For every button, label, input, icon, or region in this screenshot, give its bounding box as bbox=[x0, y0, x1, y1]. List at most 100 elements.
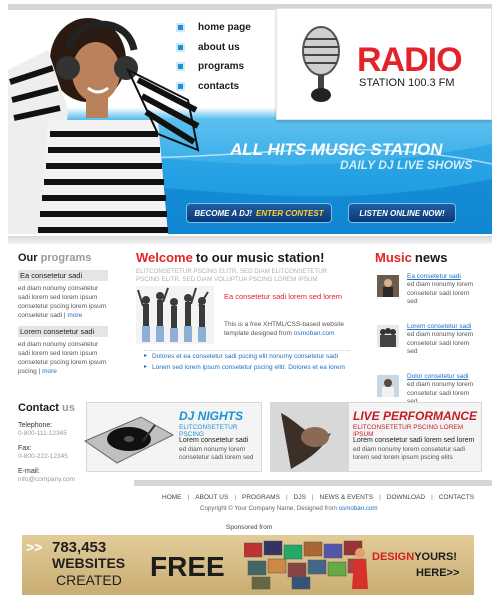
live-performance-subtitle: ELITCONSETETUR PSCING LOREM IPSUM bbox=[353, 424, 464, 438]
news-item-text: ed diam nonumy lorem consetetur sadi lor… bbox=[407, 281, 474, 305]
enter-contest-label: ENTER CONTEST bbox=[256, 208, 324, 218]
live-performance-text: Lorem consetetur sadi lorem sed lorem ed… bbox=[353, 437, 481, 463]
nav-label: programs bbox=[198, 61, 245, 73]
ad-websites: WEBSITES bbox=[52, 555, 126, 571]
live-performance-title: LIVE PERFORMANCE bbox=[353, 409, 478, 423]
separator: | bbox=[431, 494, 433, 501]
programs-title-light: programs bbox=[40, 252, 92, 264]
ad-arrows: >> bbox=[26, 539, 43, 555]
separator: | bbox=[285, 494, 288, 501]
nav-label: home page bbox=[198, 22, 251, 34]
live-performance-lead: Lorem consetetur sadi lorem sed lorem bbox=[353, 437, 475, 444]
ad-free: FREE bbox=[150, 551, 225, 582]
copyright: Copyright © Your Company Name, Designed … bbox=[200, 505, 378, 512]
dj-nights-text: Lorem consetetur sadi ed diam nonumy lor… bbox=[179, 437, 261, 463]
separator: | bbox=[379, 494, 381, 501]
banner-subtitle: DAILY DJ LIVE SHOWS bbox=[340, 158, 473, 172]
nav-item-home[interactable]: home page bbox=[176, 18, 251, 38]
welcome-title: Welcome to our music station! bbox=[136, 250, 350, 265]
crowd-photo bbox=[136, 286, 214, 344]
listen-online-button[interactable]: LISTEN ONLINE NOW! bbox=[348, 203, 456, 223]
news-title: Music news bbox=[375, 250, 475, 265]
ad-here: HERE>> bbox=[416, 567, 460, 579]
program-item-title[interactable]: Lorem consetetur sadi bbox=[18, 326, 108, 337]
welcome-body: This is a free XHTML/CSS-based website t… bbox=[224, 320, 348, 338]
ad-banner[interactable]: >> 783,453 WEBSITES CREATED FREE DESIGNY… bbox=[22, 535, 474, 595]
footer-link-djs[interactable]: DJS bbox=[294, 494, 306, 501]
programs-title: Our programs bbox=[18, 252, 108, 264]
ad-number: 783,453 bbox=[52, 539, 107, 556]
nav-bullet-icon bbox=[176, 23, 185, 33]
page-frame: home page about us programs contacts RAD… bbox=[8, 4, 492, 244]
programs-title-dark: Our bbox=[18, 252, 38, 264]
news-item-title[interactable]: Ea consetetur sadi bbox=[407, 273, 461, 280]
dj-nights-body: ed diam nonumy lorem consetetur sadi lor… bbox=[179, 445, 254, 462]
nav-bullet-icon bbox=[176, 42, 185, 52]
news-column: Music news Ea consetetur sadi ed diam no… bbox=[375, 250, 475, 415]
microphone-icon bbox=[302, 26, 340, 102]
become-dj-button[interactable]: BECOME A DJ! ENTER CONTEST bbox=[186, 203, 332, 223]
nav-label: contacts bbox=[198, 80, 240, 92]
banner-title: ALL HITS MUSIC STATION bbox=[230, 140, 443, 159]
welcome-red-text: Ea consetetur sadi lorem sed lorem bbox=[224, 292, 342, 301]
news-thumbnail bbox=[377, 275, 399, 297]
more-link[interactable]: more bbox=[67, 312, 82, 319]
list-item[interactable]: Lorem sed lorem ipsum consetetur pscing … bbox=[144, 362, 350, 373]
separator: | bbox=[187, 494, 190, 501]
osmoban-link[interactable]: osmoban.com bbox=[294, 330, 335, 337]
copyright-text: Copyright © Your Company Name, Designed … bbox=[200, 505, 337, 512]
nav-item-programs[interactable]: programs bbox=[176, 57, 251, 77]
separator: | bbox=[311, 494, 314, 501]
nav-item-contacts[interactable]: contacts bbox=[176, 77, 251, 97]
dj-nights-title: DJ NIGHTS bbox=[179, 409, 244, 423]
news-item: Lorem consetetur sadi ed diam nonumy lor… bbox=[375, 323, 475, 365]
logo-box[interactable]: RADIO STATION 100.3 FM bbox=[276, 8, 492, 120]
footer-link-contacts[interactable]: CONTACTS bbox=[439, 494, 474, 501]
welcome-title-dark: to our music station! bbox=[195, 250, 325, 265]
news-title-dark: news bbox=[414, 250, 448, 265]
divider-bar bbox=[8, 236, 492, 244]
footer-bar bbox=[134, 480, 492, 486]
dj-nights-subtitle: ELITCONSETETUR PSCING bbox=[179, 424, 238, 438]
welcome-list: Dolores et ea consetetur sadi pscing eli… bbox=[144, 350, 350, 373]
footer-link-home[interactable]: HOME bbox=[162, 494, 182, 501]
nav-bullet-icon bbox=[176, 81, 185, 91]
program-item-title[interactable]: Ea consetetur sadi bbox=[18, 270, 108, 281]
dj-nights-lead: Lorem consetetur sadi bbox=[179, 437, 249, 444]
performer-photo bbox=[271, 403, 349, 471]
footer-link-news[interactable]: NEWS & EVENTS bbox=[320, 494, 373, 501]
ad-design-dark: YOURS! bbox=[414, 551, 457, 563]
footer-link-programs[interactable]: PROGRAMS bbox=[242, 494, 280, 501]
news-item-title[interactable]: Dolor consetetur sadi bbox=[407, 373, 468, 380]
contact-title-dark: Contact bbox=[18, 402, 59, 414]
ad-design: DESIGNYOURS! bbox=[372, 551, 457, 563]
email-value[interactable]: info@company.com bbox=[18, 476, 108, 483]
logo-title: RADIO bbox=[357, 41, 463, 79]
more-link[interactable]: more bbox=[42, 368, 57, 375]
news-item-text: ed diam nonumy lorem consetetur sadi lor… bbox=[407, 331, 474, 355]
live-performance-box[interactable]: LIVE PERFORMANCE ELITCONSETETUR PSCING L… bbox=[270, 402, 482, 472]
header: home page about us programs contacts RAD… bbox=[8, 4, 492, 234]
sponsored-label: Sponsored from bbox=[226, 524, 273, 531]
news-thumbnail bbox=[377, 325, 399, 347]
welcome-column: Welcome to our music station! ELITCONSET… bbox=[136, 250, 350, 373]
nav-bullet-icon bbox=[176, 62, 185, 72]
news-item-title[interactable]: Lorem consetetur sadi bbox=[407, 323, 471, 330]
live-performance-body: ed diam nonumy lorem consetetur sadi lor… bbox=[353, 445, 466, 462]
welcome-title-red: Welcome bbox=[136, 250, 193, 265]
become-dj-label: BECOME A DJ! bbox=[194, 208, 253, 218]
footer-link-download[interactable]: DOWNLOAD bbox=[387, 494, 425, 501]
program-item-text: ed diam nonumy consetetur sadi lorem sed… bbox=[18, 341, 107, 375]
copyright-link[interactable]: osmoban.com bbox=[339, 505, 378, 512]
contact-title-light: us bbox=[62, 402, 75, 414]
footer-nav: HOME | ABOUT US | PROGRAMS | DJS | NEWS & EV… bbox=[162, 494, 474, 501]
welcome-subtitle: ELITCONSETETUR PSCING ELITR, SED DIAM EL… bbox=[136, 268, 328, 283]
nav-label: about us bbox=[198, 41, 240, 53]
dj-nights-box[interactable]: DJ NIGHTS ELITCONSETETUR PSCING Lorem co… bbox=[83, 402, 262, 472]
ad-design-red: DESIGN bbox=[372, 551, 415, 563]
list-item[interactable]: Dolores et ea consetetur sadi pscing eli… bbox=[144, 351, 350, 362]
footer-link-about[interactable]: ABOUT US bbox=[195, 494, 228, 501]
news-title-red: Music bbox=[375, 250, 412, 265]
nav-item-about[interactable]: about us bbox=[176, 38, 251, 58]
turntable-icon bbox=[83, 416, 175, 464]
